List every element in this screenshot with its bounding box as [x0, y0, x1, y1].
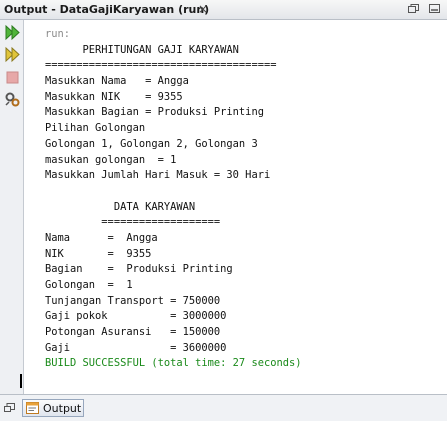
rerun-with-options-icon[interactable]: [4, 46, 21, 63]
console-line: Golongan 1, Golongan 2, Golongan 3: [45, 137, 258, 150]
console-line: Masukkan Nama = Angga: [45, 75, 189, 88]
console-line: Tunjangan Transport = 750000: [45, 294, 221, 307]
rerun-icon[interactable]: [4, 24, 21, 41]
settings-icon[interactable]: [4, 91, 21, 108]
console-text: run: PERHITUNGAN GAJI KARYAWAN ==========…: [45, 27, 301, 372]
console-line: Pilihan Golongan: [45, 122, 146, 135]
console-line: ===================: [45, 216, 221, 229]
console-line: run:: [45, 28, 71, 40]
close-icon[interactable]: ×: [198, 3, 208, 15]
console-line: Potongan Asuransi = 150000: [45, 326, 221, 339]
output-window-icon: [26, 402, 39, 414]
console-output[interactable]: run: PERHITUNGAN GAJI KARYAWAN ==========…: [25, 20, 447, 394]
console-line: NIK = 9355: [45, 247, 152, 260]
console-line: Masukkan Bagian = Produksi Printing: [45, 106, 264, 119]
tab-output-label: Output: [43, 402, 82, 415]
stop-icon[interactable]: [4, 69, 21, 86]
output-window-titlebar: Output - DataGajiKaryawan (run) ×: [0, 0, 447, 20]
window-title: Output - DataGajiKaryawan (run): [4, 3, 210, 16]
console-line: DATA KARYAWAN: [45, 200, 196, 213]
console-line: Bagian = Produksi Printing: [45, 263, 233, 276]
tab-output[interactable]: Output: [22, 399, 84, 417]
console-line: Golongan = 1: [45, 279, 133, 291]
restore-window-group-icon[interactable]: [4, 403, 15, 413]
build-status-line: BUILD SUCCESSFUL (total time: 27 seconds…: [45, 357, 302, 370]
console-line: PERHITUNGAN GAJI KARYAWAN: [45, 43, 239, 56]
console-line: Nama = Angga: [45, 231, 158, 244]
text-caret: [20, 374, 22, 388]
output-toolbar: [0, 20, 24, 394]
bottom-tab-bar: Output: [0, 394, 447, 421]
console-line: =====================================: [45, 59, 277, 72]
minimize-window-icon[interactable]: [429, 4, 440, 14]
console-line: Gaji pokok = 3000000: [45, 310, 227, 323]
console-line: Masukkan NIK = 9355: [45, 90, 183, 103]
console-line: masukan golongan = 1: [45, 153, 177, 166]
restore-window-icon[interactable]: [408, 4, 419, 14]
console-line: Masukkan Jumlah Hari Masuk = 30 Hari: [45, 169, 271, 182]
console-line: Gaji = 3600000: [45, 341, 227, 354]
